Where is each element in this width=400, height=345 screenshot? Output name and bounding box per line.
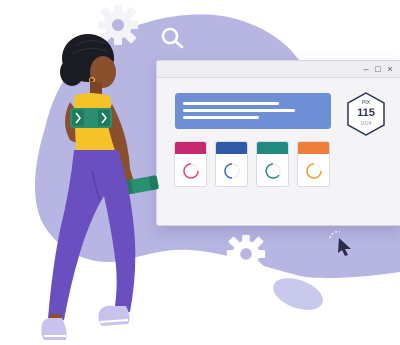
app-window: – □ × PIX 115 1024 — [156, 60, 400, 226]
metric-card[interactable] — [215, 141, 248, 187]
progress-ring — [306, 163, 322, 179]
card-color-stripe — [257, 142, 288, 154]
woman-figure — [41, 34, 159, 340]
score-badge: PIX 115 1024 — [345, 91, 387, 137]
progress-ring — [265, 163, 281, 179]
cursor-icon — [329, 230, 351, 256]
metric-card[interactable] — [174, 141, 207, 187]
floor-shadow — [273, 278, 323, 310]
metric-card[interactable] — [256, 141, 289, 187]
card-color-stripe — [216, 142, 247, 154]
card-color-stripe — [175, 142, 206, 154]
close-button[interactable]: × — [384, 63, 396, 75]
minimize-button[interactable]: – — [360, 63, 372, 75]
badge-value: 115 — [357, 107, 375, 119]
badge-bottom-label: 1024 — [360, 121, 372, 127]
illustration: – □ × PIX 115 1024 — [0, 0, 400, 345]
maximize-button[interactable]: □ — [372, 63, 384, 75]
content-banner — [175, 93, 331, 129]
metric-card[interactable] — [297, 141, 330, 187]
badge-top-label: PIX — [361, 100, 371, 106]
text-placeholder-line — [183, 116, 259, 119]
card-color-stripe — [298, 142, 329, 154]
text-placeholder-line — [183, 102, 279, 105]
gear-icon — [226, 234, 266, 274]
progress-ring — [183, 163, 199, 179]
window-titlebar: – □ × — [157, 61, 400, 78]
progress-ring — [224, 163, 240, 179]
text-placeholder-line — [183, 109, 295, 112]
